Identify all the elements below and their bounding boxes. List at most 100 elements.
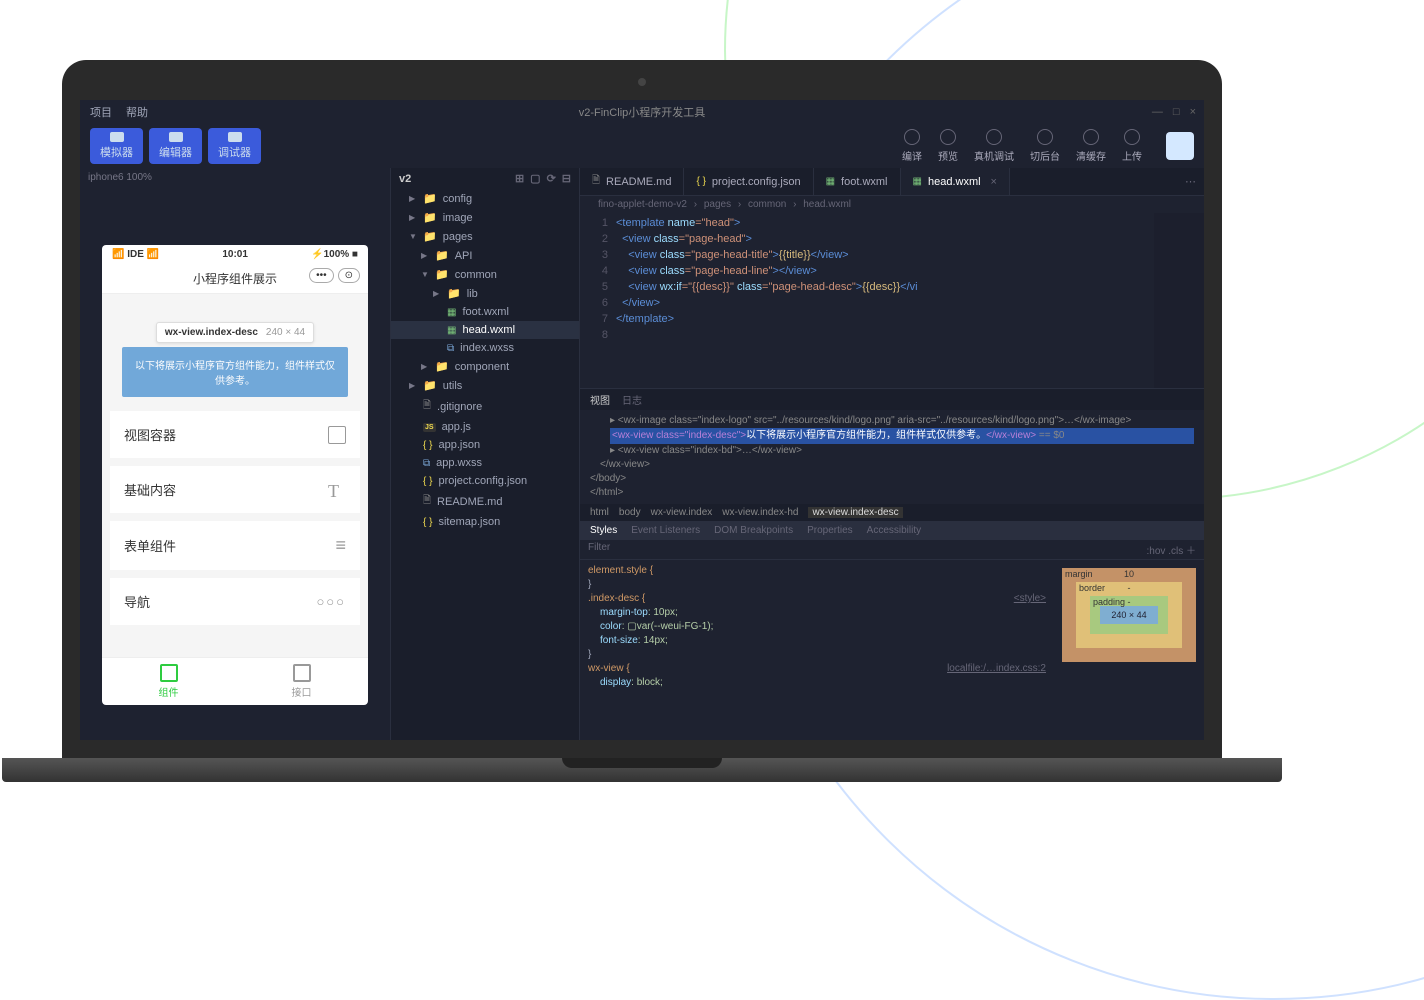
elements-tree[interactable]: ▸ <wx-image class="index-logo" src="../r… [580, 410, 1204, 504]
list-item[interactable]: 导航○○○ [110, 578, 360, 625]
ide-window: 项目 帮助 v2-FinClip小程序开发工具 — □ × 模拟器 编辑器 调试… [80, 100, 1204, 740]
new-file-icon[interactable]: ⊞ [515, 172, 524, 185]
editor-tab[interactable]: ▦head.wxml× [901, 168, 1010, 195]
menu-help[interactable]: 帮助 [126, 104, 148, 120]
compile-button[interactable]: 编译 [902, 129, 922, 163]
wxss-icon: ⧉ [447, 343, 454, 354]
dots-icon: ○○○ [316, 594, 346, 609]
preview-button[interactable]: 预览 [938, 129, 958, 163]
folder-icon: 📁 [423, 230, 437, 243]
new-folder-icon[interactable]: ▢ [530, 172, 540, 185]
json-icon: { } [423, 476, 432, 487]
phone-status-time: 10:01 [222, 249, 248, 260]
window-title: v2-FinClip小程序开发工具 [579, 104, 706, 120]
event-listeners-tab[interactable]: Event Listeners [631, 525, 700, 536]
highlighted-element[interactable]: 以下将展示小程序官方组件能力，组件样式仅供参考。 [122, 347, 348, 397]
list-item[interactable]: 表单组件≡ [110, 521, 360, 570]
file-item[interactable]: ▦head.wxml [391, 321, 579, 339]
folder-icon: 📁 [435, 360, 449, 373]
toolbar: 模拟器 编辑器 调试器 编译 预览 真机调试 切后台 清缓存 上传 [80, 124, 1204, 168]
folder-item[interactable]: ▶📁component [391, 357, 579, 376]
folder-icon: 📁 [435, 249, 449, 262]
devtools-tab-elements[interactable]: 视图 [590, 392, 610, 407]
folder-icon: 📁 [423, 211, 437, 224]
devtools-tab-console[interactable]: 日志 [622, 392, 642, 407]
folder-item[interactable]: ▼📁pages [391, 227, 579, 246]
phone-tab-components[interactable]: 组件 [102, 658, 235, 705]
editor-tab[interactable]: 编辑器 [149, 128, 202, 164]
close-icon[interactable]: × [1190, 106, 1196, 118]
dom-breakpoints-tab[interactable]: DOM Breakpoints [714, 525, 793, 536]
styles-tab[interactable]: Styles [590, 525, 617, 536]
wxml-icon: ▦ [913, 176, 922, 187]
editor-panel: 🗎README.md{ }project.config.json▦foot.wx… [580, 168, 1204, 740]
menubar: 项目 帮助 v2-FinClip小程序开发工具 — □ × [80, 100, 1204, 124]
maximize-icon[interactable]: □ [1173, 106, 1180, 118]
file-item[interactable]: ▦foot.wxml [391, 303, 579, 321]
wxml-icon: ▦ [447, 325, 456, 336]
avatar[interactable] [1166, 132, 1194, 160]
collapse-icon[interactable]: ⊟ [562, 172, 571, 185]
file-item[interactable]: ⧉app.wxss [391, 454, 579, 472]
file-item[interactable]: { }project.config.json [391, 472, 579, 490]
close-tab-icon[interactable]: × [991, 176, 997, 188]
box-model[interactable]: margin 10 border - padding - 240 × 4 [1054, 560, 1204, 740]
folder-item[interactable]: ▶📁utils [391, 376, 579, 395]
folder-item[interactable]: ▶📁config [391, 189, 579, 208]
folder-item[interactable]: ▼📁common [391, 265, 579, 284]
md-icon: 🗎 [423, 398, 431, 415]
editor-tab[interactable]: { }project.config.json [684, 168, 813, 195]
folder-icon: 📁 [423, 379, 437, 392]
file-item[interactable]: { }sitemap.json [391, 513, 579, 531]
phone-close-icon[interactable]: ⊙ [338, 268, 360, 283]
folder-icon: 📁 [447, 287, 461, 300]
debugger-tab[interactable]: 调试器 [208, 128, 261, 164]
sim-device-label: iphone6 100% [80, 168, 390, 187]
phone-title: 小程序组件展示 [193, 272, 277, 286]
inspect-tooltip: wx-view.index-desc240 × 44 [156, 322, 314, 343]
minimap[interactable] [1154, 213, 1204, 388]
accessibility-tab[interactable]: Accessibility [867, 525, 921, 536]
file-item[interactable]: 🗎README.md [391, 490, 579, 513]
editor-tab[interactable]: 🗎README.md [580, 168, 684, 195]
json-icon: { } [696, 176, 705, 187]
styles-pane[interactable]: element.style { } .index-desc {<style> m… [580, 560, 1054, 740]
code-editor[interactable]: 12345678 <template name="head"> <view cl… [580, 213, 1204, 388]
folder-item[interactable]: ▶📁API [391, 246, 579, 265]
devtools: 视图 日志 ▸ <wx-image class="index-logo" src… [580, 388, 1204, 740]
camera-icon [638, 78, 646, 86]
remote-debug-button[interactable]: 真机调试 [974, 129, 1014, 163]
styles-toggles[interactable]: :hov .cls ＋ [1147, 542, 1196, 557]
md-icon: 🗎 [423, 493, 431, 510]
upload-button[interactable]: 上传 [1122, 129, 1142, 163]
phone-menu-icon[interactable]: ••• [309, 268, 334, 283]
clear-cache-button[interactable]: 清缓存 [1076, 129, 1106, 163]
phone-tab-api[interactable]: 接口 [235, 658, 368, 705]
properties-tab[interactable]: Properties [807, 525, 853, 536]
tab-overflow-icon[interactable]: ⋯ [1177, 171, 1204, 192]
folder-item[interactable]: ▶📁lib [391, 284, 579, 303]
file-item[interactable]: 🗎.gitignore [391, 395, 579, 418]
json-icon: { } [423, 517, 432, 528]
simulator-panel: iphone6 100% 📶 IDE 📶 10:01 ⚡100% ■ 小程序组件… [80, 168, 390, 740]
minimize-icon[interactable]: — [1152, 106, 1163, 118]
elements-breadcrumb[interactable]: html body wx-view.index wx-view.index-hd… [580, 504, 1204, 521]
list-item[interactable]: 视图容器 [110, 411, 360, 458]
list-item[interactable]: 基础内容T [110, 466, 360, 513]
wxml-icon: ▦ [826, 176, 835, 187]
file-item[interactable]: JSapp.js [391, 418, 579, 436]
styles-filter[interactable]: Filter [588, 542, 610, 557]
project-root[interactable]: v2 [399, 173, 411, 185]
menu-project[interactable]: 项目 [90, 104, 112, 120]
file-item[interactable]: ⧉index.wxss [391, 339, 579, 357]
refresh-icon[interactable]: ⟳ [547, 172, 556, 185]
background-button[interactable]: 切后台 [1030, 129, 1060, 163]
editor-tabs: 🗎README.md{ }project.config.json▦foot.wx… [580, 168, 1204, 196]
editor-tab[interactable]: ▦foot.wxml [814, 168, 901, 195]
file-item[interactable]: { }app.json [391, 436, 579, 454]
breadcrumb: fino-applet-demo-v2 › pages › common › h… [580, 196, 1204, 213]
js-icon: JS [423, 423, 436, 432]
folder-item[interactable]: ▶📁image [391, 208, 579, 227]
simulator-tab[interactable]: 模拟器 [90, 128, 143, 164]
text-icon: T [328, 481, 346, 499]
